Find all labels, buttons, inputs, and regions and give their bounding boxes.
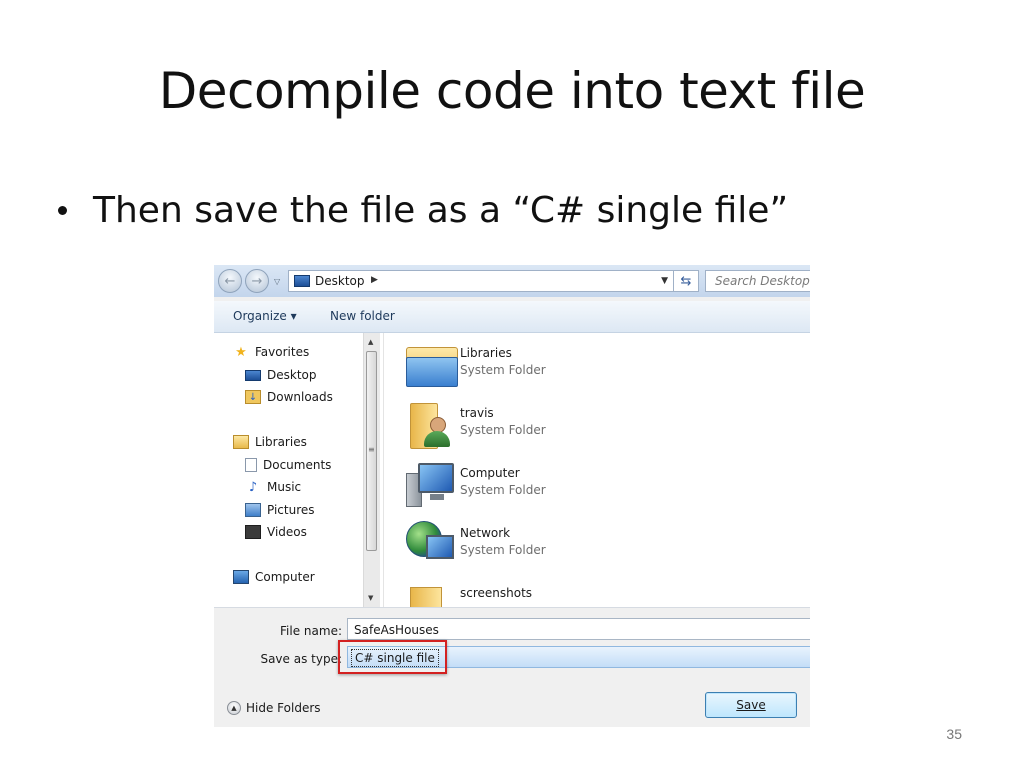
nav-label: Pictures (267, 503, 315, 517)
refresh-button[interactable]: ⇆ (674, 270, 699, 292)
bullet-text: Then save the file as a “C# single file” (93, 190, 789, 231)
nav-item-documents[interactable]: Documents (245, 458, 331, 472)
file-list-pane: Libraries System Folder travis System Fo… (383, 333, 810, 607)
nav-label: Desktop (267, 368, 317, 382)
computer-icon (233, 570, 249, 584)
navigation-pane: ★ Favorites Desktop ↓ Downloads Librarie… (214, 333, 383, 607)
file-type: System Folder (460, 543, 546, 557)
music-note-icon: ♪ (248, 479, 258, 495)
save-button[interactable]: Save (705, 692, 797, 718)
nav-label: Libraries (255, 435, 307, 449)
scroll-thumb[interactable]: ≡ (366, 351, 377, 551)
forward-button[interactable]: → (245, 269, 269, 293)
grip-icon: ≡ (368, 445, 375, 454)
file-name: travis (460, 406, 494, 420)
hide-folders-label: Hide Folders (246, 701, 321, 715)
desktop-icon (294, 275, 310, 287)
new-folder-button[interactable]: New folder (330, 309, 395, 323)
save-file-dialog: ← → ▽ Desktop ▶ ▼ ⇆ Search Desktop Organ… (214, 265, 810, 727)
nav-item-desktop[interactable]: Desktop (245, 368, 317, 382)
downloads-icon: ↓ (245, 390, 261, 404)
file-item-screenshots[interactable]: screenshots (404, 579, 532, 607)
file-type: System Folder (460, 423, 546, 437)
nav-item-music[interactable]: ♪ Music (245, 479, 302, 495)
scroll-up-icon[interactable]: ▲ (368, 338, 373, 346)
file-name: Libraries (460, 346, 512, 360)
desktop-icon (245, 369, 261, 381)
save-button-label: Save (736, 698, 766, 712)
videos-icon (245, 525, 261, 539)
bullet-dot (58, 206, 67, 215)
file-name: screenshots (460, 586, 533, 600)
nav-label: Downloads (267, 390, 333, 404)
nav-label: Documents (263, 458, 332, 472)
libraries-icon (233, 435, 249, 449)
file-item-libraries[interactable]: Libraries System Folder (404, 339, 546, 395)
folder-icon (404, 579, 458, 607)
back-arrow-icon: ← (224, 273, 236, 289)
nav-label: Computer (255, 570, 315, 584)
address-field[interactable]: Desktop ▶ ▼ (288, 270, 674, 292)
favorites-star-icon: ★ (235, 344, 247, 360)
file-type: System Folder (460, 363, 546, 377)
file-name-input[interactable]: SafeAsHouses (347, 618, 810, 640)
breadcrumb-arrow-icon[interactable]: ▶ (371, 275, 378, 285)
bullet-item: Then save the file as a “C# single file” (58, 190, 788, 231)
nav-scrollbar[interactable]: ▲ ≡ ▼ (363, 333, 380, 607)
file-type: System Folder (460, 483, 546, 497)
file-item-computer[interactable]: Computer System Folder (404, 459, 546, 515)
nav-item-pictures[interactable]: Pictures (245, 503, 315, 517)
address-bar: ← → ▽ Desktop ▶ ▼ ⇆ Search Desktop (214, 265, 810, 297)
file-name: Computer (460, 466, 520, 480)
libraries-folder-icon (404, 339, 458, 389)
pictures-icon (245, 503, 261, 517)
file-name: Network (460, 526, 511, 540)
save-as-type-label: Save as type: (260, 652, 342, 666)
computer-icon (404, 459, 458, 509)
documents-icon (245, 458, 257, 472)
back-button[interactable]: ← (218, 269, 242, 293)
file-item-travis[interactable]: travis System Folder (404, 399, 546, 455)
hide-folders-button[interactable]: ▲ Hide Folders (227, 701, 321, 715)
page-number: 35 (946, 726, 962, 742)
nav-label: Music (267, 480, 302, 494)
search-input[interactable]: Search Desktop (705, 270, 810, 292)
organize-button[interactable]: Organize ▾ (233, 309, 297, 323)
forward-arrow-icon: → (251, 273, 263, 289)
nav-item-computer[interactable]: Computer (233, 570, 315, 584)
save-options-panel: File name: SafeAsHouses Save as type: C#… (214, 607, 810, 727)
address-dropdown-icon[interactable]: ▼ (661, 276, 668, 286)
chevron-up-icon: ▲ (227, 701, 241, 715)
scroll-down-icon[interactable]: ▼ (368, 594, 373, 602)
file-item-network[interactable]: Network System Folder (404, 519, 546, 575)
recent-pages-dropdown-icon[interactable]: ▽ (274, 277, 280, 286)
nav-item-videos[interactable]: Videos (245, 525, 307, 539)
command-toolbar: Organize ▾ New folder (214, 301, 810, 333)
nav-label: Favorites (255, 345, 310, 359)
nav-label: Videos (267, 525, 307, 539)
network-icon (404, 519, 458, 569)
highlight-box (338, 640, 447, 674)
nav-item-favorites[interactable]: ★ Favorites (233, 344, 310, 360)
file-name-label: File name: (280, 624, 342, 638)
nav-item-libraries[interactable]: Libraries (233, 435, 307, 449)
slide-title: Decompile code into text file (158, 62, 866, 120)
address-text: Desktop (315, 274, 365, 288)
refresh-icon: ⇆ (680, 273, 692, 289)
user-folder-icon (404, 399, 458, 449)
nav-item-downloads[interactable]: ↓ Downloads (245, 390, 333, 404)
